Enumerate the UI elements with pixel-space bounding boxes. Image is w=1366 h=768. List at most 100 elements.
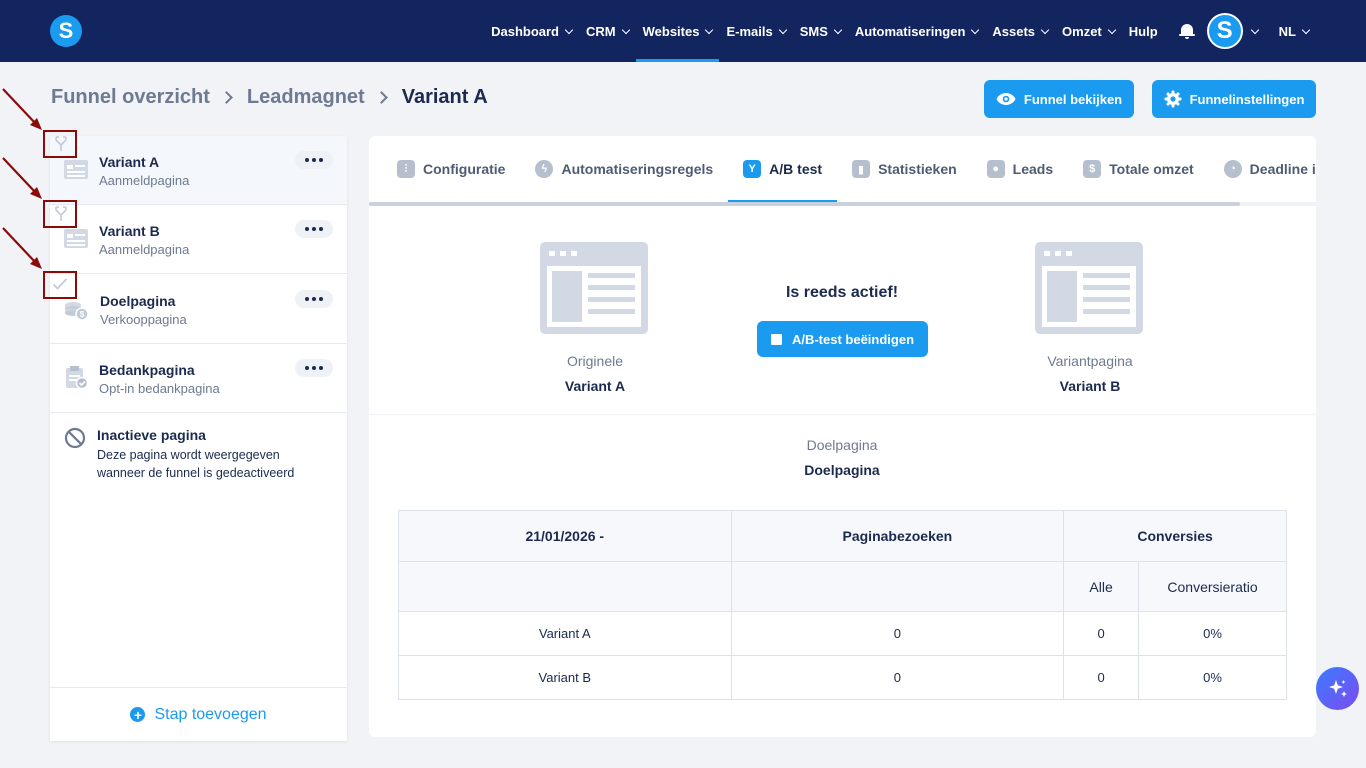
more-options-icon[interactable] bbox=[295, 290, 333, 308]
tab-automatiseringsregels[interactable]: ϟ Automatiseringsregels bbox=[520, 136, 728, 202]
variant-label: Variantpagina bbox=[1047, 353, 1133, 369]
nav-hulp[interactable]: Hulp bbox=[1122, 0, 1165, 62]
eye-icon bbox=[996, 93, 1016, 105]
chevron-down-icon bbox=[971, 25, 980, 34]
breadcrumb-current: Variant A bbox=[401, 86, 488, 108]
sliders-icon: ⫶ bbox=[397, 160, 415, 178]
page-form-icon bbox=[64, 160, 88, 179]
cell-visits: 0 bbox=[730, 655, 1065, 700]
tab-deadline[interactable]: ◔ Deadline ir bbox=[1209, 136, 1316, 202]
scrollbar-thumb[interactable] bbox=[369, 202, 1240, 206]
language-label: NL bbox=[1278, 23, 1296, 39]
funnel-settings-button[interactable]: Funnelinstellingen bbox=[1152, 80, 1316, 118]
nav-dashboard[interactable]: Dashboard bbox=[484, 0, 579, 62]
goal-name: Doelpagina bbox=[804, 462, 880, 478]
column-header-all: Alle bbox=[1063, 561, 1140, 612]
sparkle-icon bbox=[1328, 679, 1347, 697]
chevron-down-icon bbox=[564, 25, 574, 34]
step-title: Variant B bbox=[99, 223, 160, 239]
tab-label: Totale omzet bbox=[1109, 161, 1194, 177]
annotation-box bbox=[43, 271, 77, 299]
cell-visits: 0 bbox=[730, 611, 1065, 656]
step-doelpagina[interactable]: $ Doelpagina Verkooppagina bbox=[50, 275, 347, 344]
nav-websites[interactable]: Websites bbox=[635, 0, 720, 62]
language-selector[interactable]: NL bbox=[1272, 0, 1316, 62]
tab-leads[interactable]: ● Leads bbox=[972, 136, 1068, 202]
end-ab-test-label: A/B-test beëindigen bbox=[791, 331, 915, 347]
nav-emails[interactable]: E-mails bbox=[719, 0, 792, 62]
column-header-date: 21/01/2026 - bbox=[398, 510, 732, 562]
table-row: Variant B 0 0 0% bbox=[398, 655, 1287, 700]
breadcrumb-leadmagnet[interactable]: Leadmagnet bbox=[247, 86, 365, 109]
tab-label: Leads bbox=[1012, 161, 1054, 177]
view-funnel-button[interactable]: Funnel bekijken bbox=[984, 80, 1134, 118]
split-icon bbox=[55, 206, 67, 221]
annotation-arrow bbox=[2, 227, 42, 269]
chevron-down-icon[interactable] bbox=[1250, 25, 1259, 34]
tab-totale-omzet[interactable]: $ Totale omzet bbox=[1068, 136, 1209, 202]
nav-label: E-mails bbox=[726, 23, 773, 39]
notification-bell-icon[interactable] bbox=[1178, 23, 1195, 39]
add-step-button[interactable]: + Stap toevoegen bbox=[50, 687, 347, 741]
step-title: Variant A bbox=[99, 154, 160, 170]
main-nav: Dashboard CRM Websites E-mails SMS Autom… bbox=[484, 0, 1366, 62]
chevron-down-icon bbox=[1107, 25, 1117, 34]
step-subtitle: Opt-in bedankpagina bbox=[99, 381, 220, 396]
nav-label: SMS bbox=[799, 23, 828, 39]
app-logo[interactable]: S bbox=[50, 15, 82, 47]
chevron-down-icon bbox=[778, 25, 787, 34]
more-options-icon[interactable] bbox=[295, 359, 333, 377]
inactive-description: Deze pagina wordt weergegeven wanneer de… bbox=[97, 448, 295, 480]
annotation-box bbox=[43, 200, 77, 228]
step-bedankpagina[interactable]: Bedankpagina Opt-in bedankpagina bbox=[50, 344, 347, 413]
chevron-down-icon bbox=[705, 25, 714, 34]
tab-statistieken[interactable]: ▮ Statistieken bbox=[837, 136, 972, 202]
dollar-icon: $ bbox=[1083, 160, 1102, 178]
inactive-title: Inactieve pagina bbox=[97, 427, 206, 443]
step-title: Bedankpagina bbox=[99, 362, 195, 378]
tab-scrollbar[interactable] bbox=[369, 202, 1316, 206]
bar-chart-icon: ▮ bbox=[852, 160, 871, 178]
step-variant-b[interactable]: Variant B Aanmeldpagina bbox=[50, 205, 347, 274]
ab-stats-table: 21/01/2026 - Paginabezoeken Conversies A… bbox=[398, 510, 1287, 700]
nav-sms[interactable]: SMS bbox=[793, 0, 848, 62]
tab-label: Deadline ir bbox=[1249, 161, 1316, 177]
more-options-icon[interactable] bbox=[295, 220, 333, 238]
chevron-down-icon bbox=[833, 25, 843, 34]
clipboard-check-icon bbox=[66, 366, 89, 390]
end-ab-test-button[interactable]: A/B-test beëindigen bbox=[757, 321, 928, 357]
nav-label: Automatiseringen bbox=[854, 23, 966, 39]
nav-assets[interactable]: Assets bbox=[985, 0, 1055, 62]
annotation-arrow bbox=[2, 157, 42, 199]
cell-conversions-all: 0 bbox=[1063, 611, 1140, 656]
inactive-page-step[interactable]: Inactieve pagina Deze pagina wordt weerg… bbox=[50, 413, 347, 503]
cell-conversions-all: 0 bbox=[1063, 655, 1140, 700]
step-subtitle: Aanmeldpagina bbox=[99, 173, 190, 188]
column-header-visits: Paginabezoeken bbox=[730, 510, 1065, 562]
tab-bar: ⫶ Configuratie ϟ Automatiseringsregels Y A/… bbox=[369, 136, 1316, 202]
nav-omzet[interactable]: Omzet bbox=[1055, 0, 1122, 62]
plus-circle-icon: + bbox=[130, 707, 146, 722]
nav-label: Hulp bbox=[1128, 23, 1158, 39]
clock-icon: ◔ bbox=[1223, 160, 1242, 178]
tab-configuratie[interactable]: ⫶ Configuratie bbox=[369, 136, 520, 202]
more-options-icon[interactable] bbox=[295, 151, 333, 169]
cell-variant: Variant A bbox=[398, 611, 732, 656]
original-label: Originele bbox=[566, 353, 624, 369]
nav-automatiseringen[interactable]: Automatiseringen bbox=[848, 0, 986, 62]
breadcrumb: Funnel overzicht Leadmagnet Variant A bbox=[51, 86, 488, 109]
tab-label: Configuratie bbox=[423, 161, 506, 177]
breadcrumb-funnel-overview[interactable]: Funnel overzicht bbox=[51, 86, 210, 109]
page-preview-icon bbox=[540, 242, 648, 334]
bolt-icon: ϟ bbox=[535, 160, 554, 178]
tab-ab-test[interactable]: Y A/B test bbox=[728, 136, 837, 202]
table-row: Variant A 0 0 0% bbox=[398, 611, 1287, 656]
chevron-right-icon bbox=[220, 91, 233, 104]
page-preview-icon bbox=[1035, 242, 1143, 334]
nav-crm[interactable]: CRM bbox=[579, 0, 636, 62]
step-title: Doelpagina bbox=[100, 293, 176, 309]
step-variant-a[interactable]: Variant A Aanmeldpagina bbox=[50, 136, 347, 205]
user-avatar[interactable]: S bbox=[1206, 13, 1243, 49]
split-icon: Y bbox=[743, 160, 762, 178]
ai-assistant-button[interactable] bbox=[1316, 667, 1359, 710]
